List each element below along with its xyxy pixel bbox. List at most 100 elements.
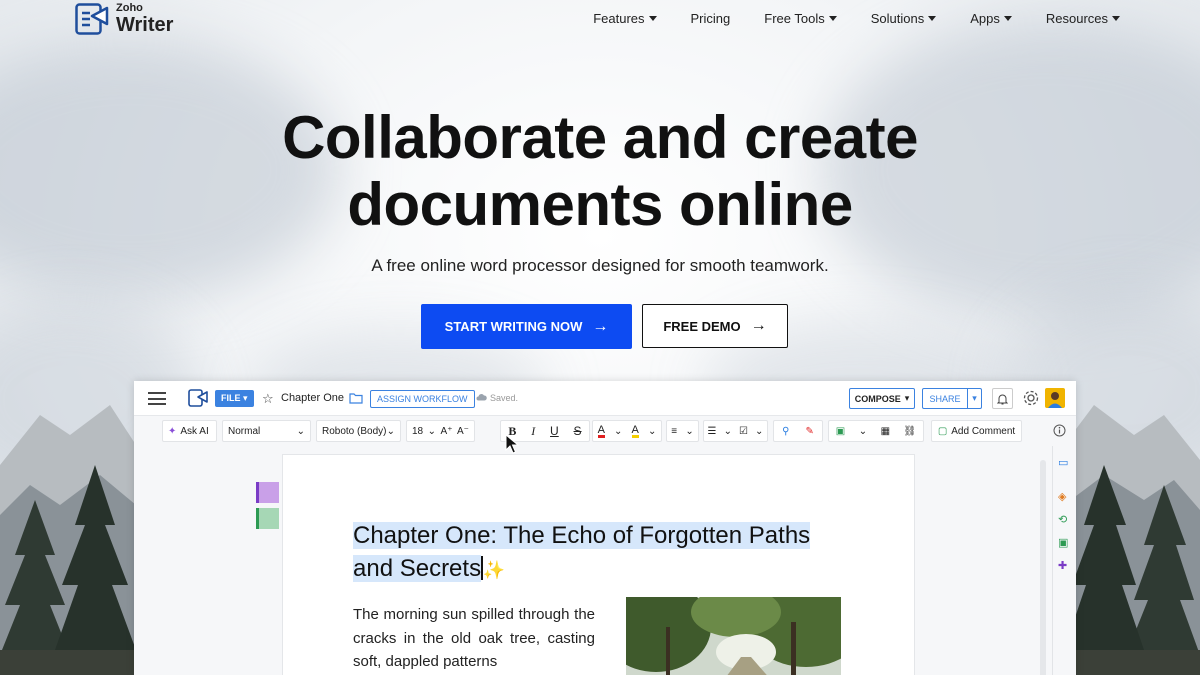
chapter-heading[interactable]: Chapter One: The Echo of Forgotten Paths… [353, 519, 853, 587]
nav-pricing-label: Pricing [690, 11, 731, 26]
sparkle-icon: ✦ [168, 425, 177, 437]
start-writing-button[interactable]: START WRITING NOW → [421, 304, 632, 349]
logo-company: Zoho [116, 2, 143, 14]
paint-group: ⚲ ✎ [773, 420, 823, 442]
chevron-down-icon[interactable]: ⌄ [755, 426, 763, 437]
trees-right-illustration [1064, 405, 1200, 675]
bullet-list-icon[interactable]: ☰ [708, 426, 717, 437]
table-icon[interactable]: ▦ [881, 426, 890, 437]
document-page[interactable]: Chapter One: The Echo of Forgotten Paths… [282, 454, 915, 675]
chevron-down-icon: ⌄ [685, 425, 694, 437]
share-label: SHARE [923, 389, 968, 408]
document-icon [188, 389, 208, 407]
right-side-rail: ▭ ◈ ⟲ ▣ ✚ [1052, 446, 1076, 675]
italic-icon[interactable]: I [531, 424, 535, 439]
strikethrough-icon[interactable]: S [574, 424, 582, 438]
paragraph-style-select[interactable]: Normal ⌄ [222, 420, 311, 442]
nav-apps-label: Apps [970, 11, 1000, 26]
nav-solutions[interactable]: Solutions [870, 11, 937, 26]
logo-icon [75, 3, 109, 35]
apps-icon[interactable]: ◈ [1058, 490, 1066, 503]
font-family-select[interactable]: Roboto (Body) ⌄ [316, 420, 401, 442]
font-size-select[interactable]: 18 ⌄ A⁺ A⁻ [406, 420, 475, 442]
chevron-down-icon: ⌄ [427, 425, 437, 437]
caret-down-icon [1003, 16, 1012, 21]
ask-ai-label: Ask AI [180, 425, 209, 437]
nav-pricing[interactable]: Pricing [691, 11, 731, 26]
vertical-scrollbar[interactable] [1040, 460, 1046, 675]
increase-font-icon[interactable]: A⁺ [441, 426, 453, 437]
list-group: ☰ ⌄ ☑ ⌄ [703, 420, 768, 442]
comment-icon: ▢ [937, 425, 948, 437]
chevron-down-icon[interactable]: ⌄ [859, 426, 867, 437]
color-group: A ⌄ A ⌄ [592, 420, 662, 442]
info-icon[interactable] [1053, 424, 1066, 437]
chevron-down-icon: ⌄ [386, 425, 395, 437]
bell-icon[interactable] [992, 388, 1013, 409]
body-paragraph[interactable]: The morning sun spilled through the crac… [353, 603, 595, 674]
chapter-heading-line2: and Secrets [353, 555, 482, 582]
hero-subtitle: A free online word processor designed fo… [371, 256, 829, 275]
star-icon[interactable]: ☆ [262, 391, 274, 407]
file-menu-button[interactable]: FILE ▾ [215, 390, 254, 407]
format-painter-icon[interactable]: ⚲ [782, 426, 789, 437]
chevron-down-icon[interactable]: ▾ [968, 393, 981, 404]
nav-apps[interactable]: Apps [970, 11, 1012, 26]
saved-status: Saved. [490, 393, 519, 403]
nav-free-tools-label: Free Tools [764, 11, 825, 26]
cloud-icon [476, 394, 487, 401]
font-family-value: Roboto (Body) [322, 425, 387, 437]
zoho-writer-logo[interactable]: Zoho Writer [75, 3, 173, 35]
gear-icon[interactable] [1022, 389, 1040, 407]
paragraph-style-value: Normal [228, 425, 261, 437]
app-header: FILE ▾ ☆ Chapter One ASSIGN WORKFLOW Sav… [134, 381, 1076, 416]
image-icon[interactable]: ▣ [836, 426, 845, 437]
folder-icon[interactable] [349, 392, 363, 404]
font-size-value: 18 [412, 425, 424, 437]
nav-features[interactable]: Features [593, 11, 657, 26]
hamburger-icon[interactable] [148, 392, 166, 405]
collaborator-avatar[interactable] [256, 482, 279, 503]
hero-title-line2: documents online [347, 171, 853, 238]
top-navigation: Zoho Writer Features Pricing Free Tools … [0, 0, 1200, 40]
free-demo-label: FREE DEMO [663, 318, 741, 334]
chevron-down-icon: ⌄ [296, 425, 305, 437]
chevron-down-icon[interactable]: ⌄ [614, 426, 622, 437]
extensions-icon[interactable]: ✚ [1058, 559, 1067, 572]
assign-workflow-button[interactable]: ASSIGN WORKFLOW [370, 390, 475, 408]
decrease-font-icon[interactable]: A⁻ [457, 426, 469, 437]
share-button[interactable]: SHARE ▾ [922, 388, 982, 409]
highlight-color-icon[interactable]: A [631, 424, 639, 438]
compose-button[interactable]: COMPOSE ▾ [849, 388, 915, 409]
clear-format-icon[interactable]: ✎ [806, 426, 814, 437]
editor-area: Chapter One: The Echo of Forgotten Paths… [134, 446, 1076, 675]
arrow-right-icon: → [750, 317, 767, 334]
start-writing-label: START WRITING NOW [444, 319, 583, 334]
add-comment-button[interactable]: ▢ Add Comment [931, 420, 1022, 442]
document-title[interactable]: Chapter One [281, 392, 344, 404]
caret-down-icon [648, 16, 657, 21]
logo-product: Writer [116, 14, 174, 36]
forest-path-image [626, 597, 841, 675]
caret-down-icon [928, 16, 937, 21]
sheet-icon[interactable]: ▣ [1058, 536, 1068, 549]
chapter-heading-line1: Chapter One: The Echo of Forgotten Paths [353, 522, 811, 549]
cursor-icon [505, 434, 519, 454]
ask-ai-button[interactable]: ✦ Ask AI [162, 420, 217, 442]
checklist-icon[interactable]: ☑ [739, 426, 748, 437]
panel-icon[interactable]: ▭ [1058, 456, 1068, 469]
free-demo-button[interactable]: FREE DEMO → [642, 304, 788, 348]
collaborator-avatar[interactable] [256, 508, 279, 529]
nav-solutions-label: Solutions [870, 11, 925, 26]
chevron-down-icon[interactable]: ⌄ [724, 426, 732, 437]
align-dropdown[interactable]: ≡ ⌄ [666, 420, 699, 442]
link-icon[interactable]: ⛓ [904, 426, 917, 437]
nav-features-label: Features [593, 11, 645, 26]
underline-icon[interactable]: U [550, 424, 559, 438]
user-avatar[interactable] [1045, 388, 1065, 408]
chevron-down-icon[interactable]: ⌄ [648, 426, 656, 437]
sync-icon[interactable]: ⟲ [1058, 513, 1067, 526]
nav-resources[interactable]: Resources [1046, 11, 1120, 26]
nav-free-tools[interactable]: Free Tools [764, 11, 837, 26]
font-color-icon[interactable]: A [597, 424, 605, 438]
